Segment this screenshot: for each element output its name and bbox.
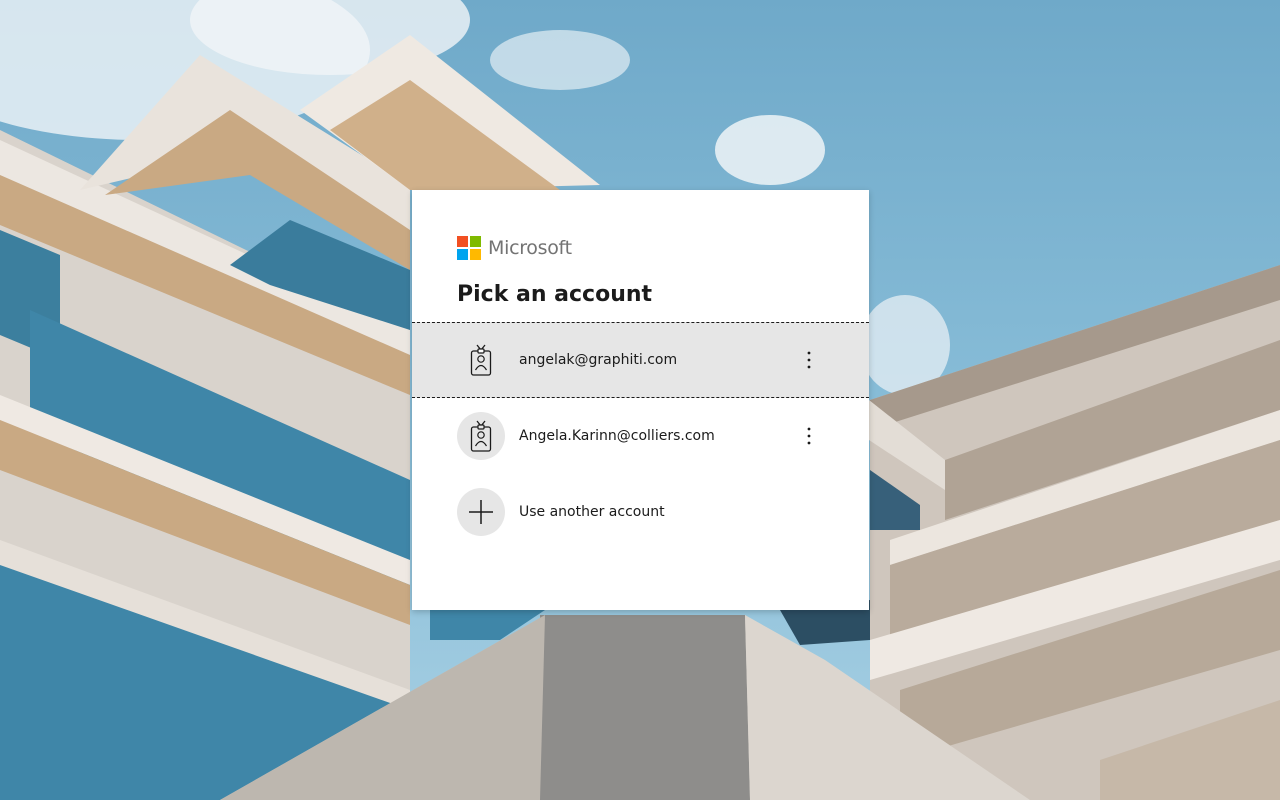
sign-in-page: Microsoft Pick an account angelak@graphi… [0,0,1280,800]
more-options-button[interactable] [799,421,819,451]
work-badge-icon [470,420,492,452]
account-avatar [457,336,505,384]
use-another-account-button[interactable]: Use another account [412,474,869,550]
logo-square-blue [457,248,468,260]
add-account-avatar [457,488,505,536]
account-email: Angela.Karinn@colliers.com [519,428,715,444]
account-tile-colliers[interactable]: Angela.Karinn@colliers.com [412,398,869,474]
work-badge-icon [470,344,492,376]
more-vertical-icon [807,351,811,369]
plus-icon [469,500,493,524]
account-list: angelak@graphiti.com Angela.Karinn@colli… [412,322,869,550]
page-title: Pick an account [457,282,653,307]
more-vertical-icon [807,427,811,445]
microsoft-brand: Microsoft [457,235,572,260]
logo-square-red [457,235,468,247]
brand-name: Microsoft [488,236,572,259]
account-avatar [457,412,505,460]
account-email: angelak@graphiti.com [519,352,678,368]
account-picker-card: Microsoft Pick an account angelak@graphi… [412,190,869,610]
microsoft-logo-icon [457,235,481,260]
use-another-account-label: Use another account [519,504,665,520]
account-tile-graphiti[interactable]: angelak@graphiti.com [412,322,869,398]
more-options-button[interactable] [799,345,819,375]
logo-square-yellow [470,248,481,260]
logo-square-green [470,235,481,247]
